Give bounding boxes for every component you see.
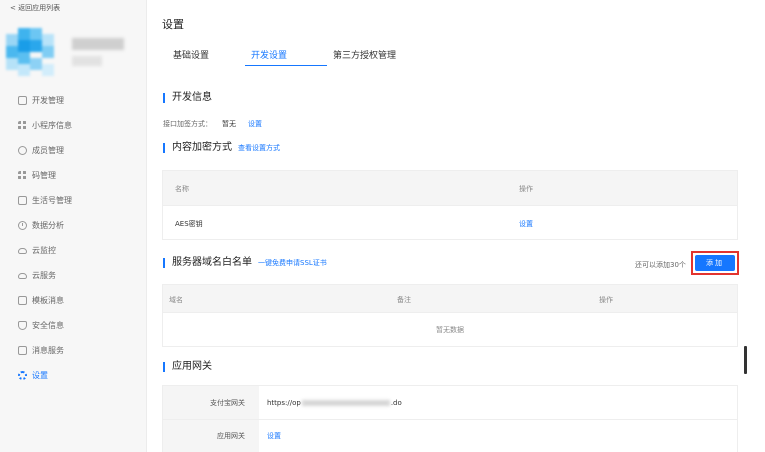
- alipay-gateway-value: https://op .do: [267, 398, 402, 407]
- sidebar-item-cloud-monitor[interactable]: 云监控: [0, 238, 146, 263]
- section-title-whitelist: 服务器域名白名单 一键免费申请SSL证书: [163, 258, 327, 268]
- empty-state: 暂无数据: [163, 312, 737, 346]
- whitelist-table-header: 域名 备注 操作: [163, 285, 737, 312]
- grid-icon: [18, 121, 27, 130]
- table-row: 应用网关 设置: [163, 419, 737, 452]
- table-row: 支付宝网关 https://op .do: [163, 386, 737, 419]
- column-header-action: 操作: [519, 185, 533, 193]
- section-title-gateway: 应用网关: [163, 362, 212, 372]
- add-button-highlight: 添加: [691, 251, 739, 275]
- remaining-count-text: 还可以添加30个: [635, 261, 686, 269]
- gear-icon: [18, 371, 27, 380]
- sidebar-item-members[interactable]: 成员管理: [0, 138, 146, 163]
- sidebar: < 返回应用列表 开发管理 小程序信息 成员管理 码管理 生活号管理 数据分析 …: [0, 0, 147, 452]
- column-header-domain: 域名: [169, 296, 183, 304]
- column-header-name: 名称: [175, 185, 189, 193]
- sidebar-item-msg-service[interactable]: 消息服务: [0, 338, 146, 363]
- back-to-app-list-link[interactable]: < 返回应用列表: [10, 3, 60, 13]
- app-gateway-label: 应用网关: [163, 420, 259, 452]
- sidebar-item-security[interactable]: 安全信息: [0, 313, 146, 338]
- lifenumber-icon: [18, 196, 27, 205]
- app-avatar: [6, 28, 70, 88]
- member-icon: [18, 146, 27, 155]
- ssl-cert-link[interactable]: 一键免费申请SSL证书: [258, 259, 327, 267]
- add-domain-button[interactable]: 添加: [695, 255, 735, 271]
- sign-method-set-link[interactable]: 设置: [248, 120, 262, 128]
- code-icon: [18, 96, 27, 105]
- sidebar-item-analytics[interactable]: 数据分析: [0, 213, 146, 238]
- message-icon: [18, 296, 27, 305]
- section-title-dev-info: 开发信息: [163, 93, 212, 103]
- whitelist-table: 域名 备注 操作 暂无数据: [162, 284, 738, 347]
- aes-key-set-link[interactable]: 设置: [519, 219, 533, 229]
- tab-basic-settings[interactable]: 基础设置: [173, 48, 245, 66]
- aes-key-label: AES密钥: [175, 220, 203, 228]
- column-header-operation: 操作: [599, 296, 613, 304]
- column-header-remark: 备注: [397, 296, 411, 304]
- sidebar-nav: 开发管理 小程序信息 成员管理 码管理 生活号管理 数据分析 云监控 云服务 模…: [0, 88, 146, 388]
- encrypt-table-header: 名称 操作: [163, 171, 737, 205]
- settings-tabs: 基础设置 开发设置 第三方授权管理: [173, 48, 396, 66]
- redacted-url-mask: [301, 399, 390, 406]
- app-id-redacted: [72, 56, 102, 66]
- sidebar-item-dev-manage[interactable]: 开发管理: [0, 88, 146, 113]
- cloud-service-icon: [18, 272, 27, 279]
- section-title-encrypt: 内容加密方式 查看设置方式: [163, 143, 280, 153]
- gateway-table: 支付宝网关 https://op .do 应用网关 设置: [162, 385, 738, 452]
- sign-method-row: 接口加签方式： 暂无 设置: [163, 120, 262, 128]
- sign-method-value: 暂无: [222, 120, 236, 128]
- qrcode-icon: [18, 171, 27, 180]
- tab-third-party-auth[interactable]: 第三方授权管理: [333, 48, 396, 66]
- tab-dev-settings[interactable]: 开发设置: [245, 48, 327, 66]
- alipay-gateway-label: 支付宝网关: [163, 386, 259, 419]
- shield-icon: [18, 321, 27, 330]
- sidebar-item-template-msg[interactable]: 模板消息: [0, 288, 146, 313]
- view-encrypt-method-link[interactable]: 查看设置方式: [238, 144, 280, 152]
- sidebar-item-code-manage[interactable]: 码管理: [0, 163, 146, 188]
- app-gateway-set-link[interactable]: 设置: [267, 431, 281, 441]
- main-content: 设置 基础设置 开发设置 第三方授权管理 开发信息 接口加签方式： 暂无 设置 内容…: [147, 0, 765, 452]
- scrollbar[interactable]: [744, 346, 747, 374]
- table-row: AES密钥 设置: [163, 205, 737, 239]
- sidebar-item-cloud-service[interactable]: 云服务: [0, 263, 146, 288]
- sidebar-item-settings[interactable]: 设置: [0, 363, 146, 388]
- chart-icon: [18, 221, 27, 230]
- sidebar-item-miniapp-info[interactable]: 小程序信息: [0, 113, 146, 138]
- page-title: 设置: [162, 18, 184, 31]
- app-name-redacted: [72, 38, 124, 50]
- sidebar-item-lifenumber[interactable]: 生活号管理: [0, 188, 146, 213]
- encrypt-table: 名称 操作 AES密钥 设置: [162, 170, 738, 240]
- cloud-icon: [18, 247, 27, 254]
- message-service-icon: [18, 346, 27, 355]
- app-gateway-value: 设置: [259, 420, 737, 452]
